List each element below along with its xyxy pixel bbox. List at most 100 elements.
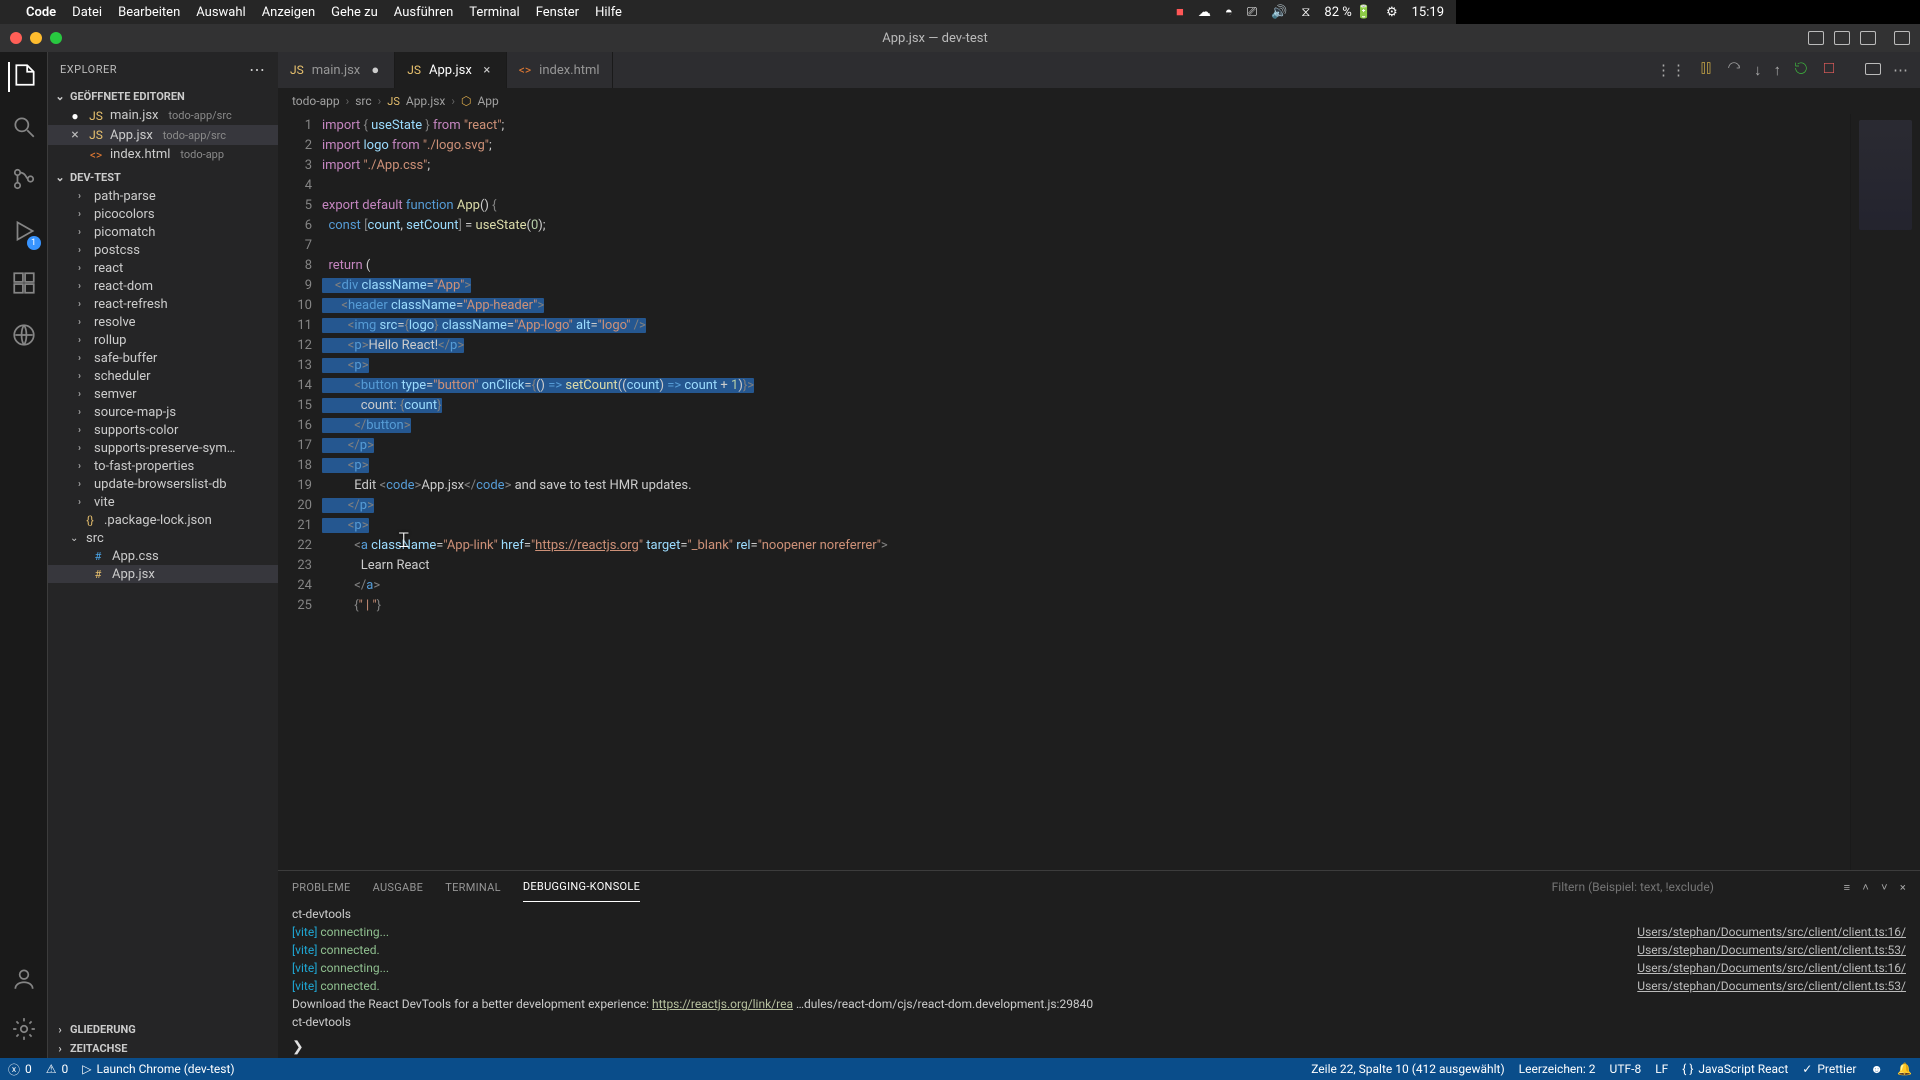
zoom-window-button[interactable] (50, 32, 62, 44)
close-icon[interactable]: × (68, 127, 82, 143)
tree-folder[interactable]: ›postcss (48, 241, 278, 259)
section-project[interactable]: ⌄DEV-TEST (48, 168, 278, 187)
status-warnings[interactable]: ⚠ 0 (46, 1062, 69, 1076)
tree-folder[interactable]: ›picomatch (48, 223, 278, 241)
tree-folder[interactable]: ›to-fast-properties (48, 457, 278, 475)
tree-folder[interactable]: ›scheduler (48, 367, 278, 385)
close-window-button[interactable] (10, 32, 22, 44)
pause-icon[interactable] (1698, 60, 1714, 80)
panel-tab-debug-console[interactable]: DEBUGGING-KONSOLE (523, 872, 640, 902)
step-out-icon[interactable]: ↑ (1774, 61, 1782, 79)
status-docker-icon[interactable]: ◓ (1225, 4, 1233, 20)
breadcrumb[interactable]: todo-app› src› JSApp.jsx› ⬡App (278, 88, 1920, 114)
section-open-editors[interactable]: ⌄GEÖFFNETE EDITOREN (48, 87, 278, 106)
activity-extensions-icon[interactable] (11, 270, 37, 300)
panel-filter-input[interactable] (1552, 880, 1812, 894)
tab-app[interactable]: JSApp.jsx× (395, 52, 507, 88)
status-battery[interactable]: 82 % 🔋 (1324, 5, 1372, 20)
panel-expand-icon[interactable]: ˄ (1862, 881, 1869, 894)
tree-file[interactable]: {}.package-lock.json (48, 511, 278, 529)
filter-icon[interactable]: ≡ (1844, 881, 1851, 894)
restart-icon[interactable] (1793, 60, 1809, 80)
tree-folder[interactable]: ›rollup (48, 331, 278, 349)
status-eol[interactable]: LF (1655, 1062, 1668, 1076)
activity-explorer-icon[interactable] (8, 62, 38, 92)
status-cursor-pos[interactable]: Zeile 22, Spalte 10 (412 ausgewählt) (1311, 1062, 1504, 1076)
status-feedback-icon[interactable]: ☻ (1870, 1062, 1883, 1076)
activity-debug-icon[interactable]: 1 (11, 218, 37, 248)
close-icon[interactable]: × (480, 63, 494, 78)
tree-folder[interactable]: ›safe-buffer (48, 349, 278, 367)
tab-index[interactable]: <>index.html (507, 52, 613, 88)
tree-file[interactable]: #App.css (48, 547, 278, 565)
status-volume-icon[interactable]: 🔊 (1271, 5, 1287, 20)
status-spaces[interactable]: Leerzeichen: 2 (1519, 1062, 1596, 1076)
tab-main[interactable]: JSmain.jsx● (278, 52, 395, 88)
status-wifi-icon[interactable]: ⧖ (1301, 5, 1310, 20)
status-launch[interactable]: ▷ Launch Chrome (dev-test) (82, 1062, 234, 1076)
explorer-more-icon[interactable]: ⋯ (249, 60, 266, 79)
code-editor[interactable]: 1234567891011121314151617181920212223242… (278, 114, 1920, 870)
layout-controls[interactable] (1808, 31, 1910, 45)
activity-account-icon[interactable] (11, 966, 37, 996)
tree-folder[interactable]: ›semver (48, 385, 278, 403)
tree-folder[interactable]: ›react-refresh (48, 295, 278, 313)
tree-folder[interactable]: ›source-map-js (48, 403, 278, 421)
step-into-icon[interactable]: ↓ (1754, 61, 1762, 79)
tree-folder-src[interactable]: ⌄src (48, 529, 278, 547)
menu-item[interactable]: Bearbeiten (118, 5, 180, 20)
open-editor-item[interactable]: ●JS main.jsx todo-app/src (48, 106, 278, 125)
tree-folder[interactable]: ›path-parse (48, 187, 278, 205)
tree-folder[interactable]: ›supports-color (48, 421, 278, 439)
panel-close-icon[interactable]: × (1900, 881, 1906, 894)
activity-settings-icon[interactable] (11, 1016, 37, 1046)
tree-folder[interactable]: ›resolve (48, 313, 278, 331)
menu-app[interactable]: Code (26, 5, 56, 20)
activity-scm-icon[interactable] (11, 166, 37, 196)
menu-item[interactable]: Hilfe (595, 5, 622, 20)
tree-folder[interactable]: ›react-dom (48, 277, 278, 295)
minimize-window-button[interactable] (30, 32, 42, 44)
status-encoding[interactable]: UTF-8 (1610, 1062, 1642, 1076)
menu-item[interactable]: Fenster (536, 5, 579, 20)
menu-item[interactable]: Datei (72, 5, 102, 20)
status-prettier[interactable]: ✓ Prettier (1802, 1062, 1856, 1076)
open-editor-item[interactable]: <> index.html todo-app (48, 145, 278, 164)
panel-tab-terminal[interactable]: TERMINAL (445, 873, 501, 902)
tree-folder[interactable]: ›update-browserslist-db (48, 475, 278, 493)
status-language[interactable]: { } JavaScript React (1682, 1062, 1788, 1076)
menu-item[interactable]: Gehe zu (331, 5, 378, 20)
status-record-icon[interactable]: ■ (1176, 4, 1184, 20)
status-cloud-icon[interactable]: ☁︎ (1198, 5, 1211, 20)
panel-tab-problems[interactable]: PROBLEME (292, 873, 351, 902)
open-editor-item[interactable]: ×JS App.jsx todo-app/src (48, 125, 278, 145)
minimap[interactable] (1850, 114, 1920, 870)
activity-remote-icon[interactable] (11, 322, 37, 352)
tree-file[interactable]: #App.jsx (48, 565, 278, 583)
menu-item[interactable]: Ausführen (394, 5, 454, 20)
tree-folder[interactable]: ›react (48, 259, 278, 277)
menu-item[interactable]: Anzeigen (262, 5, 315, 20)
tree-folder[interactable]: ›supports-preserve-sym… (48, 439, 278, 457)
status-control-icon[interactable]: ⚙︎ (1386, 5, 1398, 20)
step-over-icon[interactable] (1726, 60, 1742, 80)
section-outline[interactable]: ›GLIEDERUNG (48, 1020, 278, 1039)
section-timeline[interactable]: ›ZEITACHSE (48, 1039, 278, 1058)
panel-tab-output[interactable]: AUSGABE (373, 873, 424, 902)
drag-icon[interactable]: ⋮⋮ (1656, 61, 1686, 79)
activity-search-icon[interactable] (11, 114, 37, 144)
window-title: App.jsx — dev-test (62, 31, 1808, 46)
menu-item[interactable]: Terminal (469, 5, 519, 20)
menu-item[interactable]: Auswahl (196, 5, 245, 20)
tree-folder[interactable]: ›vite (48, 493, 278, 511)
stop-icon[interactable] (1821, 60, 1837, 80)
status-display-icon[interactable]: ⎚ (1247, 5, 1257, 20)
tree-folder[interactable]: ›picocolors (48, 205, 278, 223)
debug-console-input[interactable]: ❯ (278, 1036, 1920, 1058)
panel-collapse-icon[interactable]: ˅ (1881, 881, 1888, 894)
status-errors[interactable]: ⓧ 0 (8, 1061, 32, 1078)
split-editor-icon[interactable] (1865, 61, 1881, 79)
debug-console-output[interactable]: ct-devtools[vite] connecting...Users/ste… (278, 903, 1920, 1036)
status-bell-icon[interactable]: 🔔 (1897, 1062, 1912, 1076)
more-icon[interactable]: ⋯ (1893, 61, 1908, 79)
